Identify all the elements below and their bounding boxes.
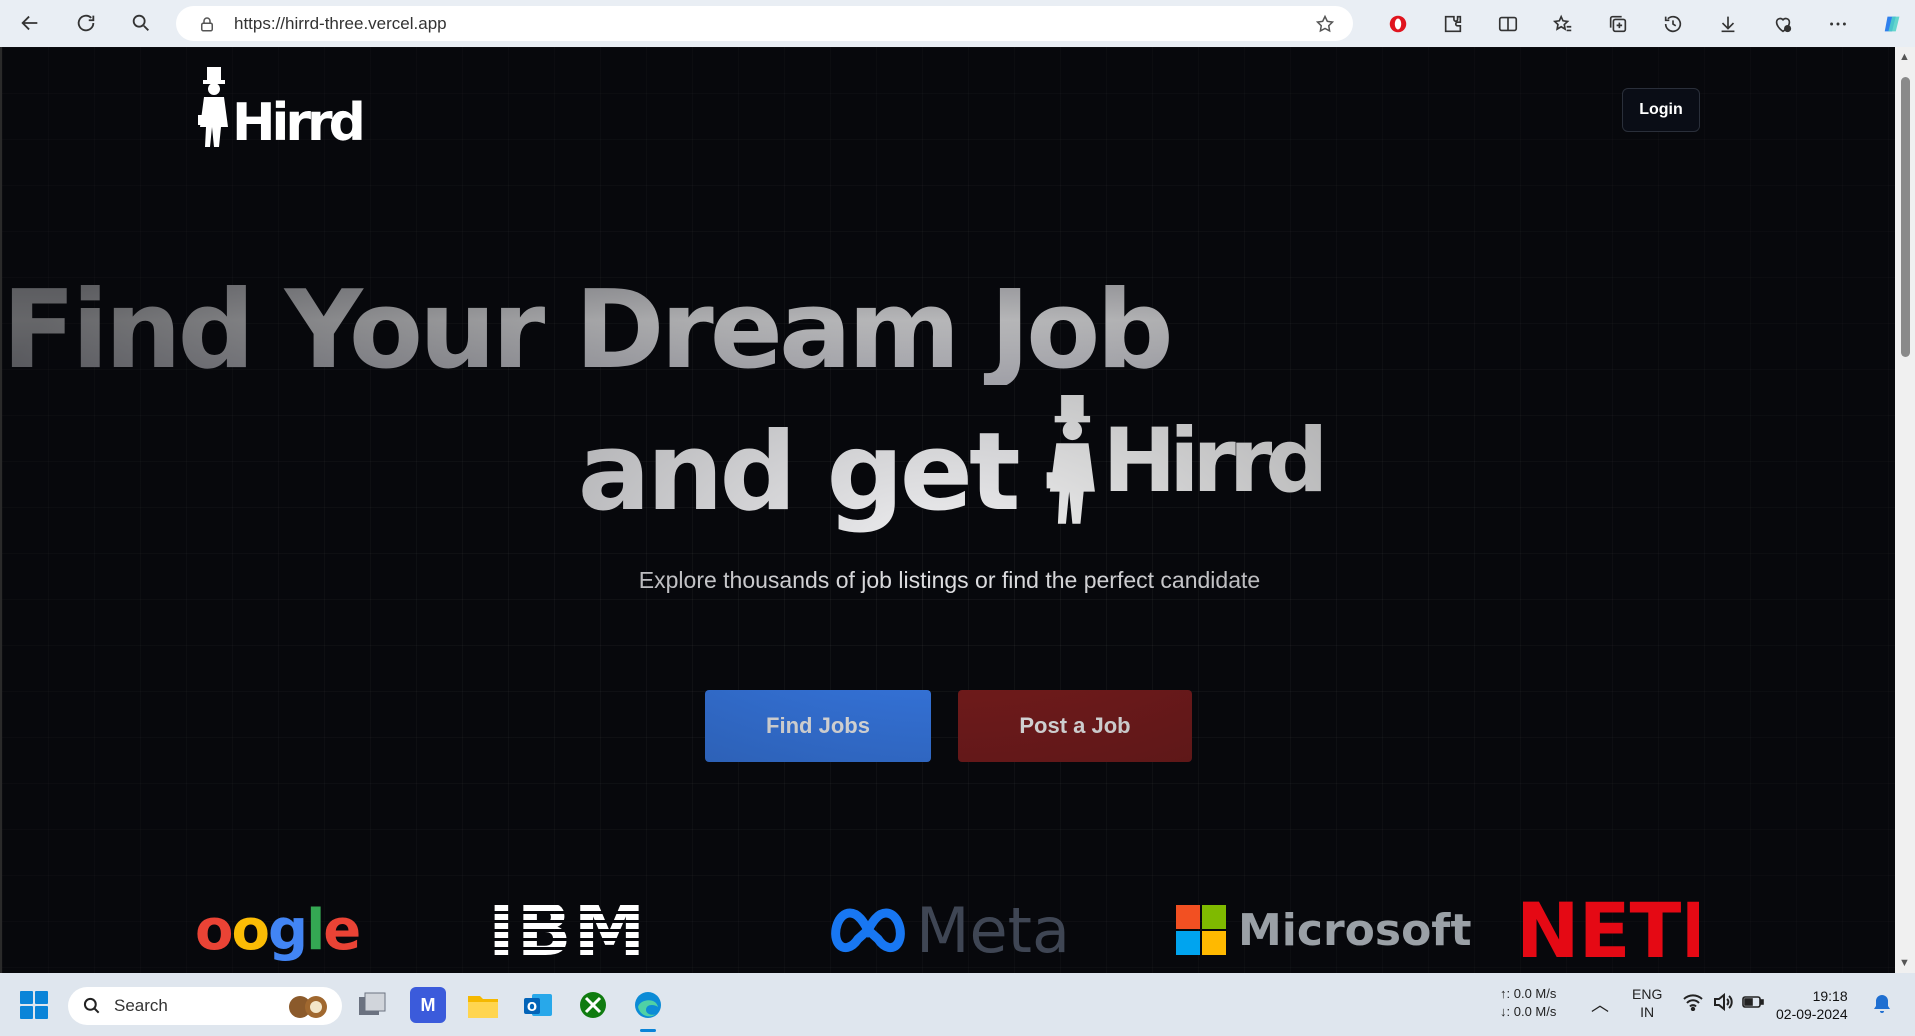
search-icon: [83, 997, 100, 1014]
meta-wordmark: Meta: [916, 893, 1070, 967]
taskbar-search-label: Search: [114, 996, 168, 1015]
system-clock[interactable]: 19:18 02-09-2024: [1776, 987, 1848, 1023]
gentleman-logo-icon: [198, 67, 228, 147]
ibm-logo: IBM: [488, 888, 648, 972]
hero-headline-line1: Find Your Dream Job: [2, 277, 1895, 385]
web-page: Hirrd Login Find Your Dream Job and get …: [0, 47, 1895, 973]
clock-date: 02-09-2024: [1776, 1006, 1848, 1022]
upload-arrow-icon: ↑:: [1500, 986, 1514, 1001]
notification-bell-icon[interactable]: [1872, 993, 1892, 1018]
edge-browser-icon[interactable]: [630, 987, 666, 1023]
meta-infinity-icon: [831, 908, 905, 953]
browser-essentials-icon[interactable]: [1755, 4, 1810, 44]
app-m-icon[interactable]: M: [410, 987, 446, 1023]
lock-icon: [201, 16, 213, 31]
browser-tools: [1370, 0, 1915, 47]
site-logo[interactable]: Hirrd: [198, 67, 366, 153]
microsoft-logo: Microsoft: [1176, 887, 1471, 973]
hero-subtitle: Explore thousands of job listings or fin…: [638, 567, 1261, 593]
login-button[interactable]: Login: [1622, 88, 1700, 132]
coconut-icon: [289, 996, 327, 1018]
edge-active-indicator: [640, 1029, 656, 1032]
file-explorer-icon[interactable]: [465, 987, 501, 1023]
network-speed: ↑: 0.0 M/s ↓: 0.0 M/s: [1500, 985, 1556, 1021]
show-hidden-icons-chevron-icon[interactable]: ︿: [1591, 991, 1609, 1017]
download-arrow-icon: ↓:: [1500, 1004, 1514, 1019]
back-button[interactable]: [10, 3, 50, 43]
hero-headline-text: and get: [577, 410, 1021, 535]
hero-logo: Hirrd: [1045, 395, 1329, 527]
xbox-icon[interactable]: [575, 987, 611, 1023]
language-indicator[interactable]: ENG IN: [1632, 985, 1662, 1021]
favorite-star-icon[interactable]: [1315, 14, 1335, 34]
search-page-button[interactable]: [121, 3, 161, 43]
hero-headline-line2: and get Hirrd: [2, 395, 1895, 527]
gentleman-logo-icon: [1046, 395, 1095, 524]
scrollbar-thumb[interactable]: [1901, 77, 1910, 357]
microsoft-wordmark: Microsoft: [1238, 904, 1472, 956]
extensions-icon[interactable]: [1425, 4, 1480, 44]
hero-logo-text: Hirrd: [1102, 409, 1329, 512]
logo-text: Hirrd: [232, 93, 366, 153]
post-job-button[interactable]: Post a Job: [958, 690, 1192, 762]
downloads-icon[interactable]: [1700, 4, 1755, 44]
start-button[interactable]: [20, 991, 48, 1019]
region-code: IN: [1640, 1004, 1655, 1020]
company-logos-carousel: oogleoogle IBM Meta Microsoft NETFL: [2, 887, 1895, 973]
address-bar[interactable]: https://hirrd-three.vercel.app: [176, 6, 1353, 41]
outlook-icon[interactable]: O: [520, 987, 556, 1023]
net-up: 0.0 M/s: [1513, 986, 1557, 1001]
find-jobs-button[interactable]: Find Jobs: [705, 690, 931, 762]
clock-time: 19:18: [1812, 988, 1848, 1004]
refresh-button[interactable]: [66, 3, 106, 43]
browser-toolbar: https://hirrd-three.vercel.app: [0, 0, 1915, 47]
search-icon: [132, 14, 149, 31]
microsoft-squares-icon: [1176, 905, 1226, 955]
back-arrow-icon: [21, 15, 38, 31]
page-scrollbar[interactable]: ▲ ▼: [1895, 47, 1915, 973]
windows-taskbar: Search M O ↑: 0.0 M/s ↓: 0.0 M/s ︿ ENG I…: [0, 973, 1915, 1036]
net-down: 0.0 M/s: [1513, 1004, 1557, 1019]
scroll-down-arrow-icon[interactable]: ▼: [1899, 957, 1910, 969]
split-screen-icon[interactable]: [1480, 4, 1535, 44]
refresh-icon: [77, 14, 95, 32]
volume-icon[interactable]: [1712, 992, 1734, 1014]
taskbar-search[interactable]: Search: [68, 987, 342, 1025]
svg-text:O: O: [527, 1000, 537, 1014]
copilot-icon[interactable]: [1865, 4, 1915, 44]
google-logo: oogleoogle: [195, 897, 361, 963]
wifi-icon[interactable]: [1682, 993, 1704, 1014]
url-text: https://hirrd-three.vercel.app: [234, 13, 447, 33]
scroll-up-arrow-icon[interactable]: ▲: [1899, 51, 1910, 63]
meta-logo: Meta: [830, 887, 1070, 973]
language-code: ENG: [1632, 986, 1663, 1002]
task-view-icon[interactable]: [354, 987, 390, 1023]
opera-extension-icon[interactable]: [1370, 4, 1425, 44]
more-options-icon[interactable]: [1810, 4, 1865, 44]
battery-icon[interactable]: [1742, 995, 1764, 1012]
collections-icon[interactable]: [1590, 4, 1645, 44]
favorites-icon[interactable]: [1535, 4, 1590, 44]
history-icon[interactable]: [1645, 4, 1700, 44]
netflix-logo: NETFL: [1516, 887, 1699, 973]
